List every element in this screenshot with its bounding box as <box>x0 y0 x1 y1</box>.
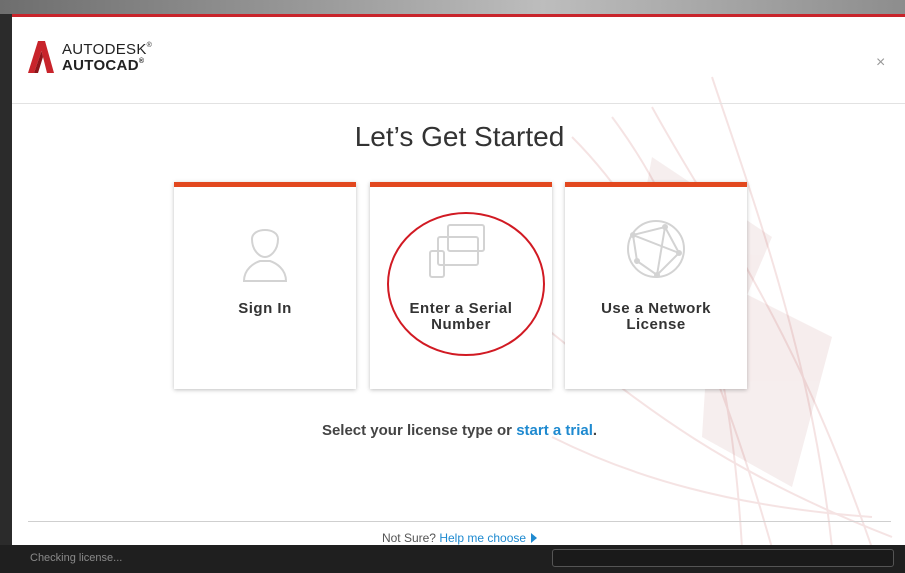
autodesk-autocad-logo: AUTODESK® AUTOCAD® <box>28 41 152 73</box>
page-title: Let’s Get Started <box>354 121 565 152</box>
close-icon[interactable]: × <box>876 55 885 71</box>
brand-trademark: ® <box>146 41 153 49</box>
header-divider <box>12 103 905 104</box>
network-globe-icon <box>627 220 685 278</box>
play-arrow-icon[interactable] <box>531 533 538 543</box>
sign-in-card[interactable]: Sign In <box>174 182 356 389</box>
network-license-card[interactable]: Use a Network License <box>565 182 747 389</box>
license-dialog: AUTODESK® AUTOCAD® × Let’s Get Started S… <box>12 14 905 545</box>
start-trial-link[interactable]: start a trial <box>516 422 593 439</box>
autocad-a-icon <box>28 41 54 73</box>
network-license-label: Use a Network License <box>601 300 711 333</box>
product-name: AUTOCAD <box>62 56 139 74</box>
license-prompt: Select your license type or start a tria… <box>321 422 598 439</box>
help-me-choose-link[interactable]: Help me choose <box>439 531 526 545</box>
checking-license-status: Checking license... <box>30 552 123 564</box>
background-window-strip <box>0 0 905 14</box>
product-trademark: ® <box>138 57 145 65</box>
footer-divider <box>28 521 891 522</box>
background-input-field <box>552 549 894 567</box>
footer-help: Not Sure? Help me choose <box>12 531 905 545</box>
sign-in-label: Sign In <box>238 300 292 317</box>
annotation-circle <box>387 212 545 356</box>
not-sure-text: Not Sure? <box>381 531 440 545</box>
user-silhouette-icon <box>242 229 288 282</box>
brand-name: AUTODESK <box>62 40 147 58</box>
